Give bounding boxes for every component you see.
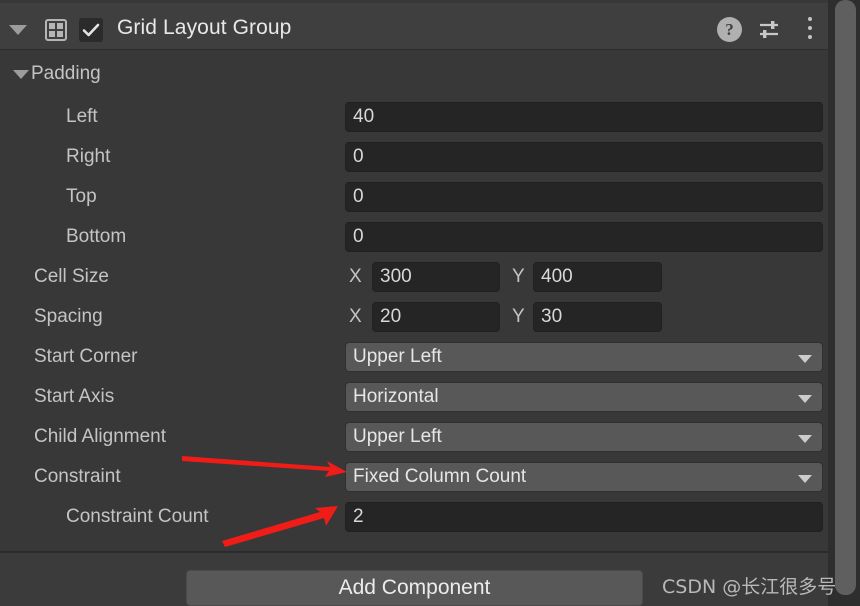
- start-corner-value: Upper Left: [353, 346, 442, 367]
- spacing-label: Spacing: [34, 306, 103, 327]
- cell-size-label: Cell Size: [34, 266, 109, 287]
- chevron-down-icon: [798, 475, 812, 483]
- padding-right-input[interactable]: 0: [345, 142, 823, 172]
- padding-right-label: Right: [66, 146, 111, 167]
- help-icon[interactable]: ?: [717, 17, 742, 42]
- preset-sliders-icon[interactable]: [757, 17, 782, 42]
- constraint-count-label: Constraint Count: [66, 506, 209, 527]
- padding-group-label: Padding: [31, 63, 101, 84]
- watermark-text: CSDN @长江很多号: [662, 576, 837, 598]
- constraint-value: Fixed Column Count: [353, 466, 527, 487]
- chevron-down-icon: [798, 395, 812, 403]
- padding-row-left: Left 40: [0, 97, 828, 137]
- start-axis-value: Horizontal: [353, 386, 439, 407]
- spacing-row: Spacing X 20 Y 30: [0, 297, 828, 337]
- start-corner-dropdown[interactable]: Upper Left: [345, 342, 823, 372]
- padding-top-label: Top: [66, 186, 97, 207]
- vertical-scrollbar-thumb[interactable]: [835, 0, 856, 595]
- cell-size-x-input[interactable]: 300: [372, 262, 500, 292]
- padding-left-input[interactable]: 40: [345, 102, 823, 132]
- check-icon: [82, 23, 100, 37]
- padding-group-header[interactable]: Padding: [0, 56, 828, 96]
- component-foldout-icon[interactable]: [9, 25, 27, 35]
- child-alignment-label: Child Alignment: [34, 426, 167, 447]
- padding-top-input[interactable]: 0: [345, 182, 823, 212]
- start-axis-row: Start Axis Horizontal: [0, 377, 828, 417]
- spacing-y-input[interactable]: 30: [533, 302, 662, 332]
- padding-bottom-input[interactable]: 0: [345, 222, 823, 252]
- padding-bottom-label: Bottom: [66, 226, 127, 247]
- padding-row-right: Right 0: [0, 137, 828, 177]
- padding-left-label: Left: [66, 106, 98, 127]
- cell-size-y-axis-label: Y: [512, 266, 525, 287]
- child-alignment-value: Upper Left: [353, 426, 442, 447]
- child-alignment-dropdown[interactable]: Upper Left: [345, 422, 823, 452]
- component-enabled-checkbox[interactable]: [79, 18, 103, 42]
- chevron-down-icon: [798, 435, 812, 443]
- preset-glyph: [760, 21, 778, 38]
- child-alignment-row: Child Alignment Upper Left: [0, 417, 828, 457]
- spacing-y-axis-label: Y: [512, 306, 525, 327]
- padding-row-top: Top 0: [0, 177, 828, 217]
- start-axis-label: Start Axis: [34, 386, 115, 407]
- constraint-count-input[interactable]: 2: [345, 502, 823, 532]
- spacing-x-axis-label: X: [349, 306, 362, 327]
- component-title: Grid Layout Group: [117, 16, 292, 39]
- inspector-panel: Grid Layout Group ? Padding Left 40 Righ…: [0, 0, 860, 606]
- start-axis-dropdown[interactable]: Horizontal: [345, 382, 823, 412]
- constraint-label: Constraint: [34, 466, 121, 487]
- spacing-x-input[interactable]: 20: [372, 302, 500, 332]
- kebab-menu-icon[interactable]: [800, 17, 820, 43]
- cell-size-y-input[interactable]: 400: [533, 262, 662, 292]
- chevron-down-icon: [798, 355, 812, 363]
- cell-size-x-axis-label: X: [349, 266, 362, 287]
- start-corner-row: Start Corner Upper Left: [0, 337, 828, 377]
- padding-foldout-icon[interactable]: [13, 70, 29, 79]
- padding-row-bottom: Bottom 0: [0, 217, 828, 257]
- start-corner-label: Start Corner: [34, 346, 138, 367]
- add-component-button[interactable]: Add Component: [186, 570, 643, 606]
- grid-layout-group-icon: [45, 19, 67, 41]
- vertical-scrollbar-track[interactable]: [828, 0, 860, 606]
- cell-size-row: Cell Size X 300 Y 400: [0, 257, 828, 297]
- constraint-dropdown[interactable]: Fixed Column Count: [345, 462, 823, 492]
- component-header[interactable]: Grid Layout Group ?: [0, 3, 828, 50]
- constraint-row: Constraint Fixed Column Count: [0, 457, 828, 497]
- constraint-count-row: Constraint Count 2: [0, 497, 828, 537]
